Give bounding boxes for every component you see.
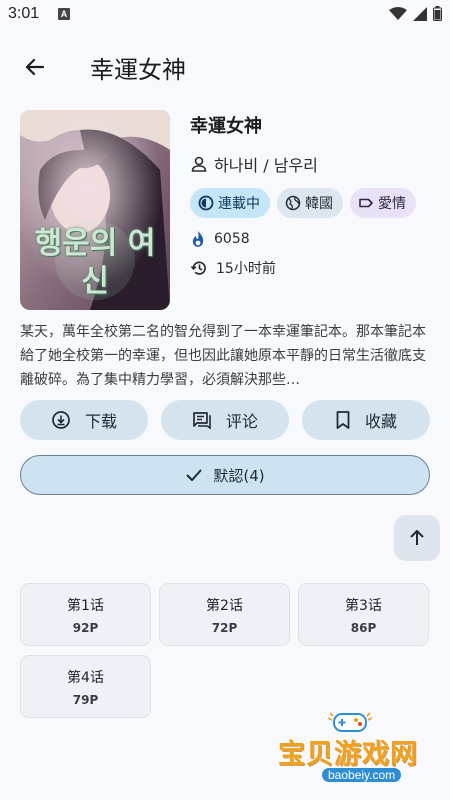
comment-icon <box>193 412 211 430</box>
watermark-name: 宝贝游戏网 <box>278 739 418 770</box>
globe-icon <box>285 195 301 211</box>
watermark-url: baobeiy.com <box>322 768 402 782</box>
wifi-icon <box>389 6 407 20</box>
chapter-pages: 79P <box>72 692 99 707</box>
favorite-button[interactable]: 收藏 <box>302 400 430 440</box>
battery-icon <box>433 6 442 21</box>
chapter-item[interactable]: 第2话 72P <box>159 583 290 646</box>
updated-row: 15小时前 <box>190 258 435 278</box>
chapter-title: 第2话 <box>206 597 243 614</box>
genre-chip-label: 愛情 <box>378 196 406 212</box>
summary-text[interactable]: 某天，萬年全校第二名的智允得到了一本幸運筆記本。那本筆記本給了她全校第一的幸運，… <box>20 320 432 392</box>
author-row: 하나비 / 남우리 <box>190 152 435 176</box>
check-icon <box>186 469 203 482</box>
app-bar: 幸運女神 <box>0 36 450 96</box>
chapter-title: 第3话 <box>345 597 382 614</box>
flame-icon <box>192 231 204 247</box>
country-chip[interactable]: 韓國 <box>277 188 343 218</box>
chapter-title: 第1话 <box>67 597 104 614</box>
chapter-pages: 86P <box>350 620 377 635</box>
page-title: 幸運女神 <box>90 56 186 84</box>
tag-chips: 連載中 韓國 愛情 <box>190 188 435 218</box>
cover-title-art: 행운의 여신 <box>34 226 156 299</box>
updated-time: 15小时前 <box>216 261 276 277</box>
download-circle-icon <box>52 411 70 429</box>
cover-image[interactable]: 행운의 여신 <box>20 110 170 310</box>
half-circle-icon <box>198 195 214 211</box>
comment-label: 评论 <box>225 412 258 431</box>
arrow-left-icon <box>25 58 45 76</box>
action-buttons: 下载 评论 收藏 <box>20 400 430 440</box>
comment-button[interactable]: 评论 <box>161 400 289 440</box>
download-label: 下载 <box>84 412 117 431</box>
chapter-pages: 92P <box>72 620 99 635</box>
download-button[interactable]: 下载 <box>20 400 148 440</box>
chapter-item[interactable]: 第4话 79P <box>20 655 151 718</box>
person-icon <box>191 156 207 172</box>
tag-icon <box>359 198 373 208</box>
bookmark-icon <box>336 411 350 429</box>
chapter-title: 第4话 <box>67 669 104 686</box>
chapter-item[interactable]: 第3话 86P <box>298 583 429 646</box>
views-row: 6058 <box>190 230 435 248</box>
genre-chip[interactable]: 愛情 <box>350 188 416 218</box>
back-button[interactable] <box>18 50 52 84</box>
manga-info: 幸運女神 하나비 / 남우리 連載中 韓國 愛情 6058 15小时前 <box>190 112 435 288</box>
chapter-grid: 第1话 92P 第2话 72P 第3话 86P 第4话 79P <box>20 583 430 718</box>
signal-icon <box>413 6 427 21</box>
scroll-top-button[interactable] <box>394 515 440 561</box>
author-names[interactable]: 하나비 / 남우리 <box>214 152 318 176</box>
default-sort-button[interactable]: 默認(4) <box>20 455 430 495</box>
default-sort-label: 默認(4) <box>213 466 265 485</box>
watermark: 宝贝游戏网 baobeiy.com <box>270 710 450 800</box>
history-icon <box>190 261 206 275</box>
manga-title: 幸運女神 <box>190 116 262 137</box>
status-chip-label: 連載中 <box>218 196 260 212</box>
favorite-label: 收藏 <box>364 412 397 431</box>
status-chip[interactable]: 連載中 <box>190 188 270 218</box>
arrow-up-icon <box>410 529 424 545</box>
views-count: 6058 <box>214 231 250 247</box>
chapter-pages: 72P <box>211 620 238 635</box>
status-time: 3:01 <box>8 5 40 22</box>
status-icons <box>389 6 442 21</box>
country-chip-label: 韓國 <box>305 196 333 212</box>
notification-icon: A <box>58 8 70 20</box>
chapter-item[interactable]: 第1话 92P <box>20 583 151 646</box>
status-bar: 3:01 A <box>0 0 450 30</box>
